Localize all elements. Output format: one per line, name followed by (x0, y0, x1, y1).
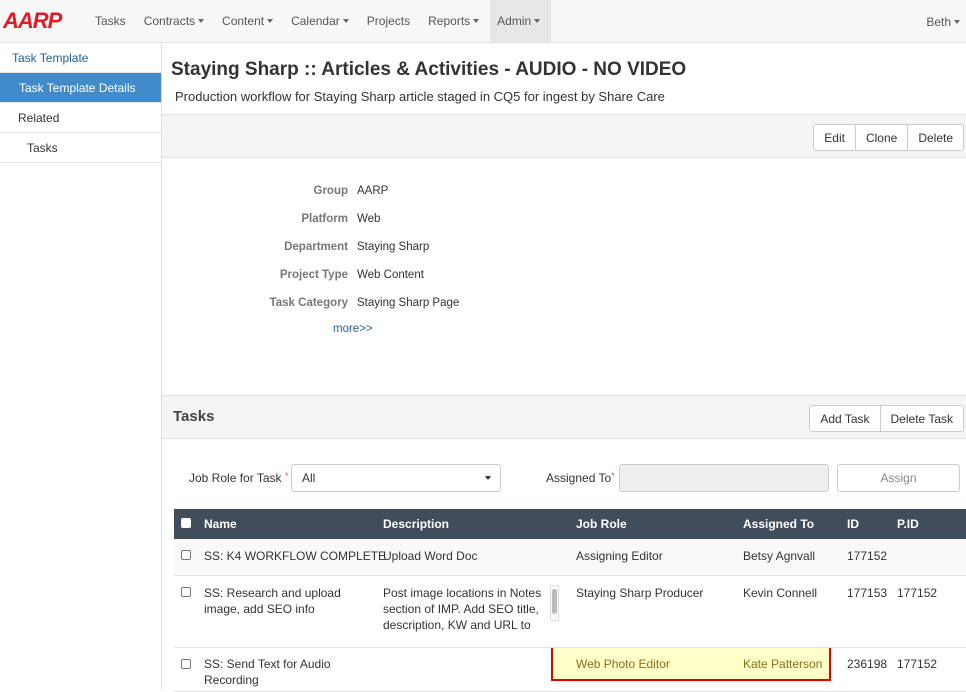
caret-down-icon (485, 476, 491, 480)
task-job-role: Staying Sharp Producer (576, 586, 704, 600)
task-id: 177153 (847, 586, 888, 600)
top-navbar: AARP Tasks Contracts Content Calendar Pr… (0, 0, 966, 43)
task-pid: 177152 (897, 657, 938, 671)
task-filter-row: Job Role for Task * All Assigned To* Ass… (162, 463, 966, 493)
assigned-to-label: Assigned To* (546, 471, 615, 485)
assign-button[interactable]: Assign (837, 464, 960, 492)
template-details: Group AARP Platform Web Department Stayi… (162, 181, 462, 321)
detail-row-group: Group AARP (313, 185, 389, 197)
nav-item-reports[interactable]: Reports (421, 0, 490, 42)
caret-down-icon (267, 19, 274, 23)
detail-row-task-category: Task Category Staying Sharp Page (269, 297, 460, 309)
task-pid: 177152 (897, 586, 938, 600)
task-job-role: Web Photo Editor (576, 657, 670, 671)
column-header-job-role[interactable]: Job Role (576, 509, 627, 539)
task-description: Post image locations in Notes section of… (383, 586, 542, 632)
edit-button[interactable]: Edit (813, 124, 856, 151)
nav-item-content[interactable]: Content (215, 0, 284, 42)
tasks-button-group: Add Task Delete Task (809, 405, 964, 432)
main-content: Staying Sharp :: Articles & Activities -… (162, 43, 966, 692)
brand-text: AARP (3, 8, 62, 33)
detail-row-department: Department Staying Sharp (284, 241, 430, 253)
assigned-to-input[interactable] (619, 464, 829, 492)
column-header-description[interactable]: Description (383, 509, 449, 539)
aarp-logo[interactable]: AARP (0, 0, 88, 42)
user-menu[interactable]: Beth (926, 0, 960, 43)
column-header-pid[interactable]: P.ID (897, 509, 919, 539)
column-header-name[interactable]: Name (204, 509, 237, 539)
sidebar-item-task-template[interactable]: Task Template (0, 43, 161, 73)
caret-down-icon (954, 19, 960, 24)
tasks-toolbar: Tasks Add Task Delete Task (162, 395, 966, 439)
row-checkbox[interactable] (181, 550, 191, 560)
task-assigned-to: Kevin Connell (743, 586, 818, 600)
nav-item-admin[interactable]: Admin (490, 0, 552, 42)
select-all-checkbox[interactable] (181, 518, 191, 528)
add-task-button[interactable]: Add Task (809, 405, 881, 432)
sidebar-section-related: Related (0, 103, 161, 133)
task-job-role: Assigning Editor (576, 549, 663, 563)
detail-row-platform: Platform Web (301, 213, 381, 225)
delete-task-button[interactable]: Delete Task (879, 405, 964, 432)
description-scrollbar[interactable] (550, 585, 559, 621)
tasks-table: Name Description Job Role Assigned To ID… (174, 509, 966, 692)
caret-down-icon (534, 19, 541, 23)
nav-item-projects[interactable]: Projects (360, 0, 421, 42)
task-assigned-to: Betsy Agnvall (743, 549, 816, 563)
details-button-group: Edit Clone Delete (813, 124, 964, 151)
task-assigned-to: Kate Patterson (743, 657, 823, 671)
sidebar-item-task-template-details[interactable]: Task Template Details (0, 73, 161, 103)
detail-row-project-type: Project Type Web Content (279, 269, 424, 281)
caret-down-icon (342, 19, 349, 23)
job-role-select[interactable]: All (291, 464, 501, 492)
nav-item-contracts[interactable]: Contracts (137, 0, 215, 42)
clone-button[interactable]: Clone (854, 124, 909, 151)
nav-menu: Tasks Contracts Content Calendar Project… (88, 0, 552, 42)
page-title: Staying Sharp :: Articles & Activities -… (171, 59, 687, 80)
nav-item-tasks[interactable]: Tasks (88, 0, 137, 42)
sidebar: Task Template Task Template Details Rela… (0, 43, 162, 689)
row-checkbox[interactable] (181, 587, 191, 597)
page-subtitle: Production workflow for Staying Sharp ar… (175, 89, 665, 104)
task-id: 236198 (847, 657, 888, 671)
task-name-link[interactable]: SS: K4 WORKFLOW COMPLETE (204, 548, 386, 564)
table-header: Name Description Job Role Assigned To ID… (174, 509, 966, 539)
more-link[interactable]: more>> (333, 323, 373, 335)
table-row: SS: Research and upload image, add SEO i… (174, 576, 966, 648)
nav-item-calendar[interactable]: Calendar (284, 0, 360, 42)
task-name-link[interactable]: SS: Research and upload image, add SEO i… (204, 585, 374, 617)
table-row: SS: Send Text for Audio Recording Web Ph… (174, 648, 966, 692)
task-name-link[interactable]: SS: Send Text for Audio Recording (204, 656, 354, 688)
column-header-assigned-to[interactable]: Assigned To (743, 509, 814, 539)
sidebar-item-tasks[interactable]: Tasks (0, 133, 161, 163)
delete-button[interactable]: Delete (907, 124, 964, 151)
row-checkbox[interactable] (181, 659, 191, 669)
job-role-label: Job Role for Task * (189, 471, 289, 485)
column-header-id[interactable]: ID (847, 509, 859, 539)
task-description: Upload Word Doc (383, 549, 478, 563)
tasks-section-title: Tasks (173, 408, 215, 425)
caret-down-icon (473, 19, 480, 23)
caret-down-icon (198, 19, 205, 23)
details-toolbar: Edit Clone Delete (162, 114, 966, 158)
task-id: 177152 (847, 549, 888, 563)
table-row: SS: K4 WORKFLOW COMPLETE Upload Word Doc… (174, 539, 966, 576)
